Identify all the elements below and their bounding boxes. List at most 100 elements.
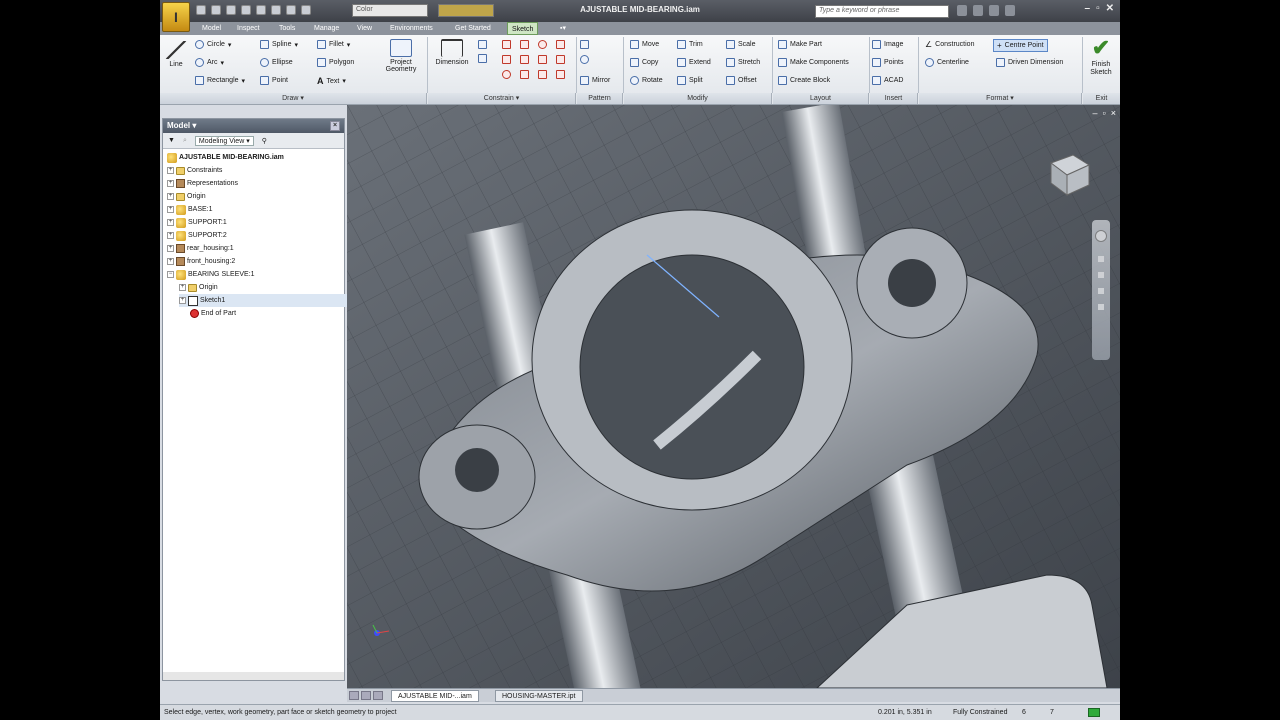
expand-icon[interactable]: + <box>167 232 174 239</box>
spline-button[interactable]: Spline ▾ <box>260 40 298 49</box>
binoculars-icon[interactable] <box>957 5 967 16</box>
tab-tools[interactable]: Tools <box>275 22 299 35</box>
viewport-minimize-icon[interactable]: – <box>1093 108 1098 118</box>
finish-sketch-button[interactable]: ✔ Finish Sketch <box>1084 37 1118 77</box>
viewport-close-icon[interactable]: × <box>1111 108 1116 118</box>
driven-dimension-button[interactable]: Driven Dimension <box>996 58 1063 67</box>
copy-button[interactable]: Copy <box>630 58 658 67</box>
orbit-icon[interactable] <box>1098 288 1104 294</box>
document-tab-housing-master[interactable]: HOUSING-MASTER.ipt <box>495 690 583 702</box>
ellipse-button[interactable]: Ellipse <box>260 58 293 67</box>
point-button[interactable]: Point <box>260 76 288 85</box>
tab-view[interactable]: View <box>353 22 376 35</box>
help-search-input[interactable]: Type a keyword or phrase <box>815 5 949 18</box>
stretch-button[interactable]: Stretch <box>726 58 760 67</box>
vertical-icon[interactable] <box>538 70 547 79</box>
arc-button[interactable]: Arc ▾ <box>195 58 224 67</box>
coincident-icon[interactable] <box>538 40 547 49</box>
scale-button[interactable]: Scale <box>726 40 756 49</box>
constrain-panel-label[interactable]: Constrain ▾ <box>428 93 576 104</box>
find-icon[interactable]: ⌕ <box>183 137 187 145</box>
tree-item-constraints[interactable]: + Constraints <box>167 164 345 177</box>
tab-environments[interactable]: Environments <box>386 22 437 35</box>
expand-icon[interactable]: + <box>167 219 174 226</box>
zoom-icon[interactable] <box>1098 272 1104 278</box>
expand-icon[interactable]: + <box>167 245 174 252</box>
viewport-restore-icon[interactable]: ▫ <box>1103 108 1106 118</box>
horizontal-icon[interactable] <box>538 55 547 64</box>
tree-item-bearing-sleeve[interactable]: − BEARING SLEEVE:1 <box>167 268 345 281</box>
close-icon[interactable]: ✕ <box>1106 3 1114 14</box>
smooth-icon[interactable] <box>502 70 511 79</box>
split-button[interactable]: Split <box>677 76 703 85</box>
collinear-icon[interactable] <box>520 55 529 64</box>
document-tab-assembly[interactable]: AJUSTABLE MID-...iam <box>391 690 479 702</box>
collapse-icon[interactable]: − <box>167 271 174 278</box>
text-button[interactable]: A Text ▾ <box>317 76 346 86</box>
expand-icon[interactable]: + <box>167 193 174 200</box>
rotate-button[interactable]: Rotate <box>630 76 663 85</box>
tile-windows-icon[interactable] <box>349 691 359 700</box>
tab-sketch[interactable]: Sketch <box>507 22 539 35</box>
tree-item-rear-housing[interactable]: + rear_housing:1 <box>167 242 345 255</box>
make-part-button[interactable]: Make Part <box>778 40 822 49</box>
tree-item-front-housing[interactable]: + front_housing:2 <box>167 255 345 268</box>
tree-item-end-of-part[interactable]: End of Part <box>190 307 368 320</box>
expand-icon[interactable]: + <box>167 180 174 187</box>
image-button[interactable]: Image <box>872 40 903 49</box>
rectangular-pattern-icon[interactable] <box>580 40 589 49</box>
concentric-icon[interactable] <box>520 70 529 79</box>
look-at-icon[interactable] <box>1098 304 1104 310</box>
move-button[interactable]: Move <box>630 40 659 49</box>
pan-icon[interactable] <box>1098 256 1104 262</box>
tree-item-base[interactable]: + BASE:1 <box>167 203 345 216</box>
tab-overflow-icon[interactable]: ▪▾ <box>556 22 570 35</box>
binoculars-icon[interactable]: ⚲ <box>262 137 267 145</box>
maximize-icon[interactable]: ▫ <box>1096 3 1100 14</box>
create-block-button[interactable]: Create Block <box>778 76 830 85</box>
project-geometry-button[interactable]: Project Geometry <box>376 39 426 73</box>
expand-icon[interactable]: + <box>179 297 186 304</box>
rectangle-button[interactable]: Rectangle ▾ <box>195 76 245 85</box>
tree-item-representations[interactable]: + Representations <box>167 177 345 190</box>
tree-item-support-1[interactable]: + SUPPORT:1 <box>167 216 345 229</box>
expand-icon[interactable]: + <box>167 206 174 213</box>
centre-point-button[interactable]: + Centre Point <box>993 39 1048 52</box>
tree-root[interactable]: AJUSTABLE MID-BEARING.iam <box>167 151 345 164</box>
circular-pattern-icon[interactable] <box>580 55 589 64</box>
arrange-windows-icon[interactable] <box>373 691 383 700</box>
line-button[interactable]: Line <box>164 41 188 68</box>
viewcube-icon[interactable] <box>1043 149 1093 199</box>
application-menu-button[interactable]: I <box>162 2 190 32</box>
expand-icon[interactable]: + <box>167 167 174 174</box>
extend-button[interactable]: Extend <box>677 58 711 67</box>
centerline-button[interactable]: Centerline <box>925 58 969 67</box>
minimize-icon[interactable]: – <box>1085 3 1091 14</box>
tab-get-started[interactable]: Get Started <box>451 22 495 35</box>
format-panel-label[interactable]: Format ▾ <box>919 93 1082 104</box>
equal-icon[interactable] <box>556 55 565 64</box>
expand-icon[interactable]: + <box>179 284 186 291</box>
make-components-button[interactable]: Make Components <box>778 58 849 67</box>
polygon-button[interactable]: Polygon <box>317 58 354 67</box>
fillet-button[interactable]: Fillet ▾ <box>317 40 350 49</box>
offset-button[interactable]: Offset <box>726 76 757 85</box>
steering-wheel-icon[interactable] <box>1095 230 1107 242</box>
help-icon[interactable] <box>1005 5 1015 16</box>
tab-inspect[interactable]: Inspect <box>233 22 264 35</box>
symmetric-icon[interactable] <box>556 70 565 79</box>
trim-button[interactable]: Trim <box>677 40 703 49</box>
parallel-icon[interactable] <box>520 40 529 49</box>
tangent-icon[interactable] <box>502 55 511 64</box>
tab-manage[interactable]: Manage <box>310 22 343 35</box>
tree-item-sleeve-origin[interactable]: + Origin <box>179 281 357 294</box>
tree-item-sketch1[interactable]: + Sketch1 <box>179 294 357 307</box>
navigation-bar[interactable] <box>1092 220 1110 360</box>
graphics-viewport[interactable]: – ▫ × <box>347 105 1120 688</box>
browser-title[interactable]: Model ▾ <box>167 121 196 131</box>
auto-dimension-icon[interactable] <box>478 40 487 49</box>
view-selector[interactable]: Modeling View ▾ <box>194 135 254 146</box>
circle-button[interactable]: Circle ▾ <box>195 40 231 49</box>
fix-icon[interactable] <box>556 40 565 49</box>
tab-model[interactable]: Model <box>198 22 225 35</box>
